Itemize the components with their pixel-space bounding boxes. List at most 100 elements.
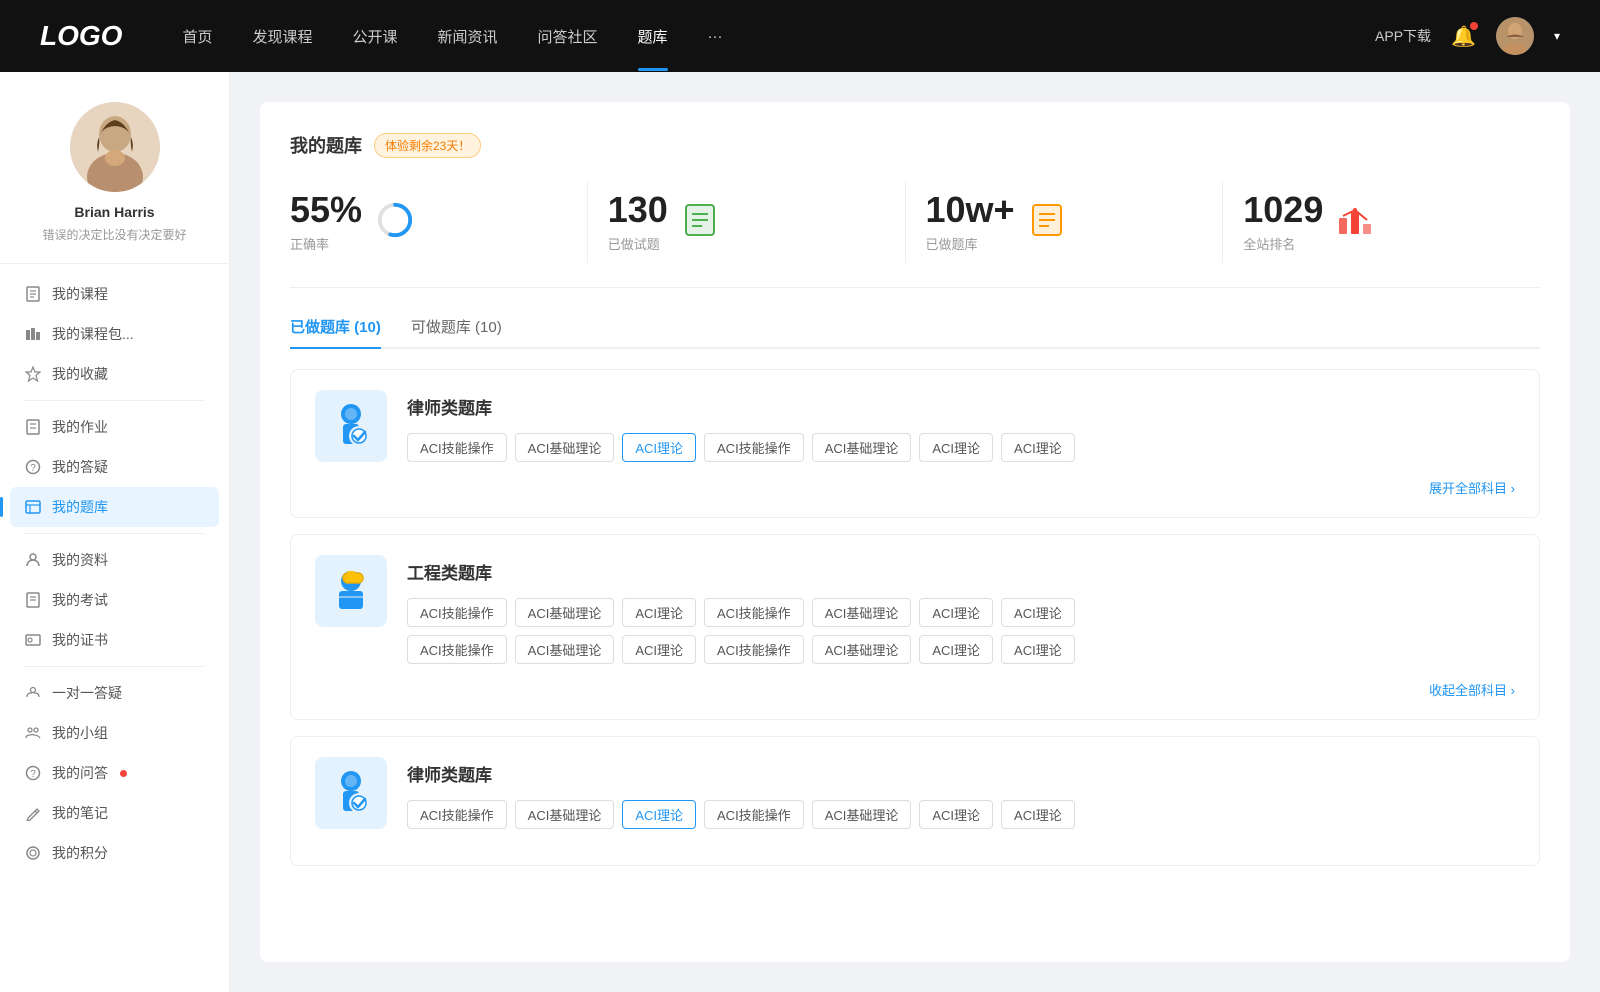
tag-3-4[interactable]: ACI基础理论	[812, 800, 912, 829]
sidebar-item-my-qa[interactable]: ? 我的答疑	[10, 447, 219, 487]
question-bank-icon	[24, 498, 42, 516]
stat-ranking: 1029 全站排名	[1223, 182, 1540, 263]
menu-divider-3	[24, 666, 205, 667]
sidebar-item-my-course[interactable]: 我的课程	[10, 274, 219, 314]
nav-question-bank[interactable]: 题库	[638, 26, 668, 47]
collapse-button-2[interactable]: 收起全部科目 ›	[315, 680, 1515, 699]
tag-2-6[interactable]: ACI理论	[1001, 598, 1075, 627]
tag-1-5[interactable]: ACI理论	[919, 433, 993, 462]
tag-3-0[interactable]: ACI技能操作	[407, 800, 507, 829]
sidebar-item-my-questions[interactable]: ? 我的问答	[10, 753, 219, 793]
bank-card-lawyer-2: 律师类题库 ACI技能操作 ACI基础理论 ACI理论 ACI技能操作 ACI基…	[290, 736, 1540, 866]
profile-icon	[24, 551, 42, 569]
sidebar-item-one-on-one[interactable]: 一对一答疑	[10, 673, 219, 713]
tag-2-9[interactable]: ACI理论	[622, 635, 696, 664]
sidebar-item-my-question-bank[interactable]: 我的题库	[10, 487, 219, 527]
questions-icon: ?	[24, 764, 42, 782]
sidebar-item-my-points[interactable]: 我的积分	[10, 833, 219, 873]
tag-2-7[interactable]: ACI技能操作	[407, 635, 507, 664]
tag-2-1[interactable]: ACI基础理论	[515, 598, 615, 627]
user-chevron-icon[interactable]: ▾	[1554, 29, 1560, 43]
stat-accuracy-label: 正确率	[290, 234, 362, 253]
sidebar-item-my-exam[interactable]: 我的考试	[10, 580, 219, 620]
top-nav: LOGO 首页 发现课程 公开课 新闻资讯 问答社区 题库 ··· APP下载 …	[0, 0, 1600, 72]
bank-info-2: 工程类题库 ACI技能操作 ACI基础理论 ACI理论 ACI技能操作 ACI基…	[407, 555, 1515, 664]
tag-3-2[interactable]: ACI理论	[622, 800, 696, 829]
nav-home[interactable]: 首页	[182, 26, 212, 47]
sidebar-item-my-group[interactable]: 我的小组	[10, 713, 219, 753]
questions-dot	[120, 770, 127, 777]
stat-done-banks-number: 10w+	[926, 192, 1015, 228]
tag-2-11[interactable]: ACI基础理论	[812, 635, 912, 664]
sidebar-label-my-notes: 我的笔记	[52, 803, 108, 823]
sidebar-item-my-course-pkg[interactable]: 我的课程包...	[10, 314, 219, 354]
sidebar-label-my-points: 我的积分	[52, 843, 108, 863]
my-course-pkg-icon	[24, 325, 42, 343]
bank-card-header-1: 律师类题库 ACI技能操作 ACI基础理论 ACI理论 ACI技能操作 ACI基…	[315, 390, 1515, 462]
sidebar: Brian Harris 错误的决定比没有决定要好 我的课程 我的课程包...	[0, 72, 230, 992]
tag-2-8[interactable]: ACI基础理论	[515, 635, 615, 664]
tag-2-13[interactable]: ACI理论	[1001, 635, 1075, 664]
lawyer-bank-icon-1	[315, 390, 387, 462]
stats-row: 55% 正确率 130 已做试题	[290, 182, 1540, 288]
tag-3-1[interactable]: ACI基础理论	[515, 800, 615, 829]
tag-3-5[interactable]: ACI理论	[919, 800, 993, 829]
notification-bell[interactable]: 🔔	[1451, 24, 1476, 49]
bank-title-1: 律师类题库	[407, 394, 1515, 419]
sidebar-item-my-homework[interactable]: 我的作业	[10, 407, 219, 447]
sidebar-label-my-favorites: 我的收藏	[52, 364, 108, 384]
tags-row-2-1: ACI技能操作 ACI基础理论 ACI理论 ACI技能操作 ACI基础理论 AC…	[407, 598, 1515, 627]
sidebar-item-my-cert[interactable]: 我的证书	[10, 620, 219, 660]
tag-2-12[interactable]: ACI理论	[919, 635, 993, 664]
tag-1-0[interactable]: ACI技能操作	[407, 433, 507, 462]
homework-icon	[24, 418, 42, 436]
qa-icon: ?	[24, 458, 42, 476]
bank-card-engineer: 工程类题库 ACI技能操作 ACI基础理论 ACI理论 ACI技能操作 ACI基…	[290, 534, 1540, 720]
sidebar-item-my-favorites[interactable]: 我的收藏	[10, 354, 219, 394]
sidebar-item-my-notes[interactable]: 我的笔记	[10, 793, 219, 833]
tag-2-10[interactable]: ACI技能操作	[704, 635, 804, 664]
nav-open-course[interactable]: 公开课	[352, 26, 397, 47]
sidebar-item-my-profile[interactable]: 我的资料	[10, 540, 219, 580]
nav-more[interactable]: ···	[708, 28, 723, 45]
nav-links: 首页 发现课程 公开课 新闻资讯 问答社区 题库 ···	[182, 26, 1375, 47]
tag-2-0[interactable]: ACI技能操作	[407, 598, 507, 627]
bank-card-lawyer-1: 律师类题库 ACI技能操作 ACI基础理论 ACI理论 ACI技能操作 ACI基…	[290, 369, 1540, 518]
nav-qa[interactable]: 问答社区	[538, 26, 598, 47]
stat-done-questions: 130 已做试题	[588, 182, 906, 263]
tag-1-6[interactable]: ACI理论	[1001, 433, 1075, 462]
nav-news[interactable]: 新闻资讯	[438, 26, 498, 47]
tag-2-2[interactable]: ACI理论	[622, 598, 696, 627]
tag-2-4[interactable]: ACI基础理论	[812, 598, 912, 627]
tag-3-6[interactable]: ACI理论	[1001, 800, 1075, 829]
tabs-row: 已做题库 (10) 可做题库 (10)	[290, 316, 1540, 349]
sidebar-label-one-on-one: 一对一答疑	[52, 683, 122, 703]
bank-info-3: 律师类题库 ACI技能操作 ACI基础理论 ACI理论 ACI技能操作 ACI基…	[407, 757, 1515, 829]
tag-2-3[interactable]: ACI技能操作	[704, 598, 804, 627]
expand-button-1[interactable]: 展开全部科目 ›	[315, 478, 1515, 497]
tab-available-banks[interactable]: 可做题库 (10)	[411, 316, 502, 347]
tags-row-1: ACI技能操作 ACI基础理论 ACI理论 ACI技能操作 ACI基础理论 AC…	[407, 433, 1515, 462]
tag-3-3[interactable]: ACI技能操作	[704, 800, 804, 829]
trial-badge: 体验剩余23天！	[374, 133, 481, 158]
tag-1-4[interactable]: ACI基础理论	[812, 433, 912, 462]
sidebar-label-my-question-bank: 我的题库	[52, 497, 108, 517]
stat-done-questions-number: 130	[608, 192, 668, 228]
profile-section: Brian Harris 错误的决定比没有决定要好	[0, 102, 229, 264]
tag-1-3[interactable]: ACI技能操作	[704, 433, 804, 462]
bank-card-header-2: 工程类题库 ACI技能操作 ACI基础理论 ACI理论 ACI技能操作 ACI基…	[315, 555, 1515, 664]
user-avatar[interactable]	[1496, 17, 1534, 55]
done-banks-icon	[1029, 202, 1065, 243]
tag-2-5[interactable]: ACI理论	[919, 598, 993, 627]
points-icon	[24, 844, 42, 862]
tag-1-2[interactable]: ACI理论	[622, 433, 696, 462]
tab-done-banks[interactable]: 已做题库 (10)	[290, 316, 381, 347]
tag-1-1[interactable]: ACI基础理论	[515, 433, 615, 462]
app-download-link[interactable]: APP下载	[1375, 26, 1431, 46]
nav-discover[interactable]: 发现课程	[252, 26, 312, 47]
exam-icon	[24, 591, 42, 609]
stat-ranking-text: 1029 全站排名	[1243, 192, 1323, 253]
done-questions-icon	[682, 202, 718, 243]
engineer-bank-icon	[315, 555, 387, 627]
content-area: 我的题库 体验剩余23天！ 55% 正确率	[230, 72, 1600, 992]
